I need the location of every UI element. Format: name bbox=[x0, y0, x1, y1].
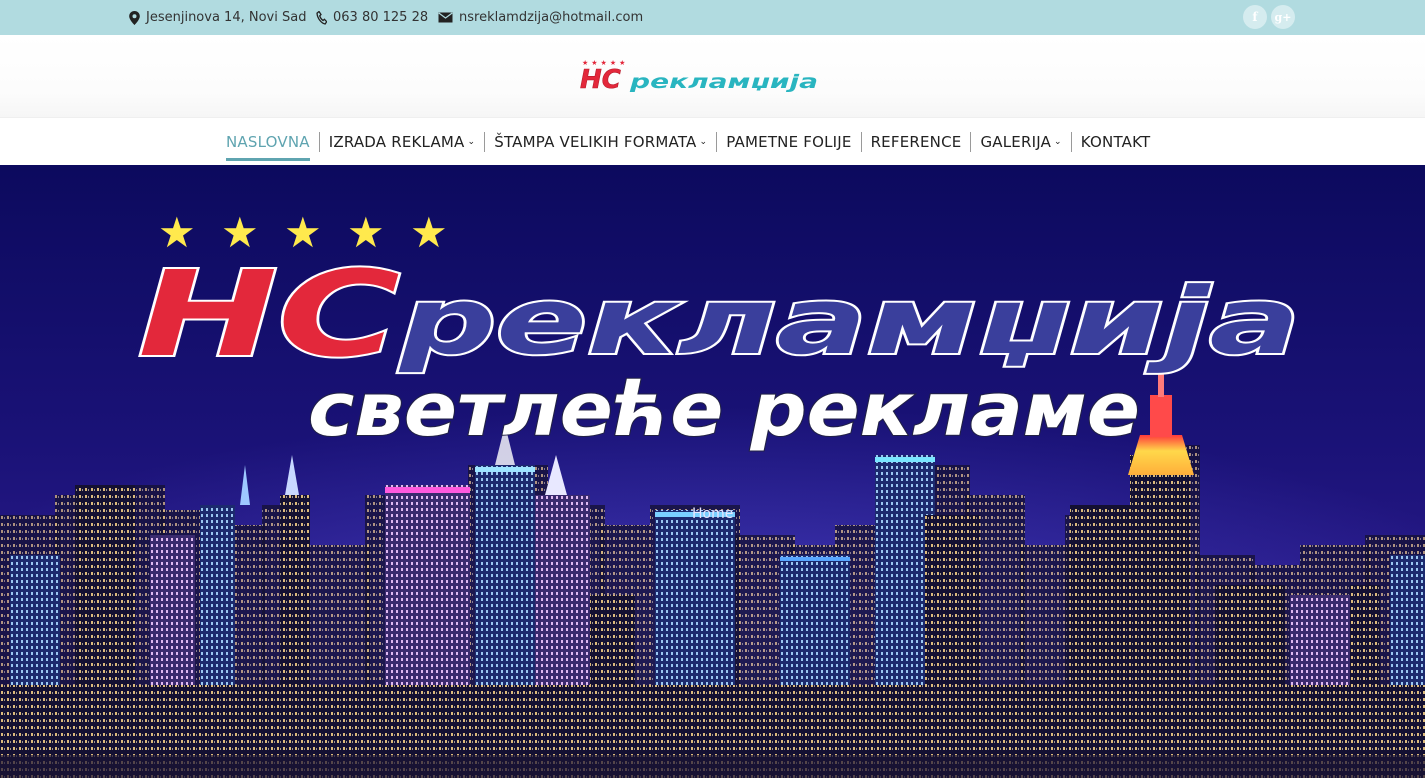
nav-menu: NASLOVNA IZRADA REKLAMA ⌄ ŠTAMPA VELIKIH FO… bbox=[217, 118, 1159, 166]
nav-item-štampa-velikih-formata[interactable]: ŠTAMPA VELIKIH FORMATA ⌄ bbox=[484, 132, 716, 152]
top-contact-bar: Jesenjinova 14, Novi Sad 063 80 125 28 n… bbox=[0, 0, 1425, 35]
nav-item-label: GALERIJA bbox=[980, 133, 1052, 151]
nav-item-label: IZRADA REKLAMA bbox=[328, 133, 465, 151]
map-pin-icon bbox=[129, 10, 140, 25]
chevron-down-icon: ⌄ bbox=[467, 137, 476, 147]
google-plus-icon[interactable]: g+ bbox=[1271, 5, 1295, 29]
nav-item-label: PAMETNE FOLIJE bbox=[726, 133, 852, 151]
phone-icon bbox=[316, 10, 327, 25]
nav-item-label: NASLOVNA bbox=[226, 133, 310, 151]
hero-brand-latin: HC bbox=[138, 245, 400, 383]
email-text[interactable]: nsreklamdzija@hotmail.com bbox=[459, 10, 643, 25]
address-item: Jesenjinova 14, Novi Sad bbox=[129, 0, 306, 35]
nav-item-naslovna[interactable]: NASLOVNA bbox=[217, 132, 319, 161]
hero-brand-cyrillic: рекламџија bbox=[399, 268, 1300, 375]
hero-slider: ★ ★ ★ ★ ★ HC рекламџија светлеће рекламе… bbox=[0, 165, 1425, 778]
nav-item-pametne-folije[interactable]: PAMETNE FOLIJE bbox=[716, 132, 860, 152]
address-text: Jesenjinova 14, Novi Sad bbox=[146, 10, 307, 25]
phone-text[interactable]: 063 80 125 28 bbox=[333, 10, 428, 25]
logo-brand-latin: HC bbox=[580, 65, 621, 95]
nav-item-galerija[interactable]: GALERIJA ⌄ bbox=[970, 132, 1070, 152]
chevron-down-icon: ⌄ bbox=[699, 137, 708, 147]
site-header: ★★★★★ HC рекламџија bbox=[0, 35, 1425, 117]
nav-item-izrada-reklama[interactable]: IZRADA REKLAMA ⌄ bbox=[318, 132, 485, 152]
phone-item[interactable]: 063 80 125 28 bbox=[316, 0, 428, 35]
slide-label[interactable]: Home bbox=[692, 506, 733, 522]
facebook-icon[interactable]: f bbox=[1243, 5, 1267, 29]
nav-item-label: KONTAKT bbox=[1080, 133, 1151, 151]
email-item[interactable]: nsreklamdzija@hotmail.com bbox=[438, 0, 643, 35]
nav-item-label: REFERENCE bbox=[870, 133, 962, 151]
nav-item-kontakt[interactable]: KONTAKT bbox=[1070, 132, 1160, 152]
hero-tagline: светлеће рекламе bbox=[308, 367, 1140, 453]
logo-brand-cyrillic: рекламџија bbox=[629, 71, 818, 93]
chevron-down-icon: ⌄ bbox=[1054, 137, 1062, 147]
envelope-icon bbox=[438, 12, 453, 23]
nav-item-reference[interactable]: REFERENCE bbox=[860, 132, 971, 152]
site-logo[interactable]: ★★★★★ HC рекламџија bbox=[578, 57, 822, 97]
nav-item-label: ŠTAMPA VELIKIH FORMATA bbox=[494, 133, 697, 151]
main-navigation: NASLOVNA IZRADA REKLAMA ⌄ ŠTAMPA VELIKIH FO… bbox=[0, 117, 1425, 165]
hero-image: ★ ★ ★ ★ ★ HC рекламџија светлеће рекламе bbox=[0, 165, 1425, 778]
